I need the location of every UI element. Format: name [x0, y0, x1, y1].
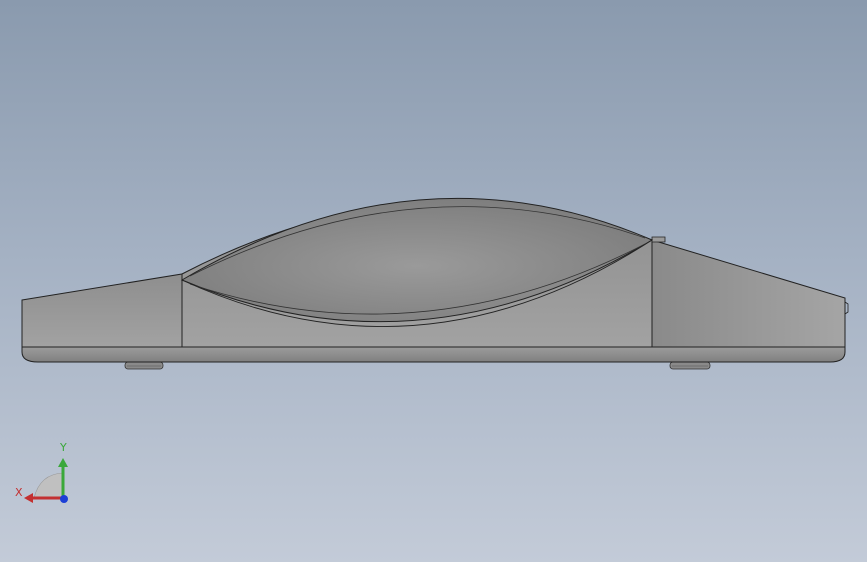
rubber-foot-front: [124, 361, 164, 370]
mouse-model-side-view[interactable]: [0, 0, 867, 562]
rear-tab: [651, 236, 666, 243]
x-axis-arrowhead: [24, 493, 33, 503]
graphics-viewport[interactable]: Y X: [0, 0, 867, 562]
z-axis-dot: [60, 495, 68, 503]
front-section: [21, 273, 183, 348]
view-orientation-triad[interactable]: Y X: [10, 440, 80, 510]
y-axis-label: Y: [60, 441, 67, 454]
x-axis-label: X: [15, 486, 23, 499]
base-plate: [21, 346, 846, 363]
rear-section: [651, 239, 846, 348]
triad-quadrant: [33, 472, 64, 499]
rubber-foot-rear: [669, 361, 711, 370]
y-axis-arrowhead: [58, 458, 68, 467]
